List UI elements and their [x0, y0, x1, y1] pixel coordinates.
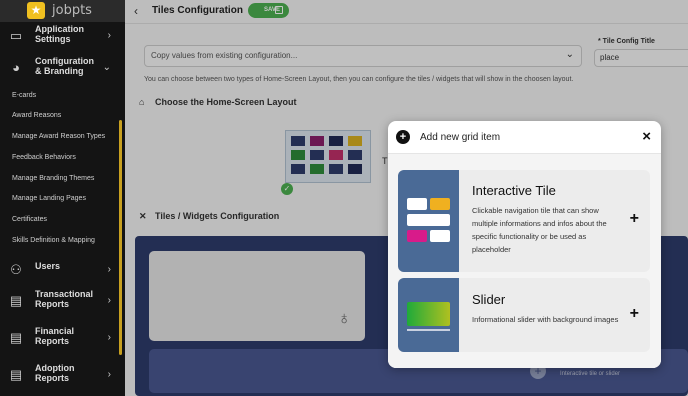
close-icon[interactable]: ×	[642, 128, 651, 145]
palette-icon: ◕	[12, 60, 20, 75]
add-interactive-tile-plus-icon[interactable]: +	[630, 210, 639, 228]
modal-title: Add new grid item	[420, 132, 501, 143]
sidebar-subitem-e-cards[interactable]: E-cards	[12, 92, 36, 99]
slider-title: Slider	[472, 292, 506, 307]
file-icon: ▤	[9, 293, 23, 308]
sidebar-subitem-branding-themes[interactable]: Manage Branding Themes	[12, 175, 94, 182]
sidebar-subitem-landing-pages[interactable]: Manage Landing Pages	[12, 195, 86, 202]
file-icon: ▤	[9, 330, 23, 345]
file-icon: ▤	[9, 367, 23, 382]
thumb-card	[407, 214, 450, 226]
users-icon: ⚇	[10, 262, 22, 277]
chevron-right-icon: ›	[107, 30, 111, 41]
interactive-tile-option[interactable]: Interactive Tile Clickable navigation ti…	[398, 170, 650, 272]
chevron-right-icon: ›	[107, 264, 111, 275]
sidebar-item-label: Transactional Reports	[35, 289, 94, 309]
sidebar-item-label: Configuration & Branding	[35, 56, 94, 76]
add-slider-plus-icon[interactable]: +	[630, 305, 639, 323]
sidebar: ★ jobpts ▭ Application Settings › ◕ Conf…	[0, 0, 125, 396]
sidebar-subitem-certificates[interactable]: Certificates	[12, 216, 47, 223]
chevron-right-icon: ›	[107, 295, 111, 306]
chevron-right-icon: ›	[107, 332, 111, 343]
add-grid-item-modal: + Add new grid item × Interactive Tile C…	[388, 121, 661, 368]
slider-option[interactable]: Slider Informational slider with backgro…	[398, 278, 650, 352]
sidebar-scrollbar[interactable]	[119, 120, 122, 355]
chevron-down-icon: ⌄	[102, 62, 111, 73]
chevron-right-icon: ›	[107, 369, 111, 380]
sidebar-subitem-skills-definition[interactable]: Skills Definition & Mapping	[12, 237, 95, 244]
thumb-card	[407, 230, 427, 242]
sidebar-subitem-award-reason-types[interactable]: Manage Award Reason Types	[12, 133, 105, 140]
plus-circle-icon: +	[396, 130, 410, 144]
thumb-card	[430, 230, 450, 242]
modal-header: + Add new grid item ×	[388, 121, 661, 154]
sidebar-item-application-settings[interactable]: ▭ Application Settings ›	[0, 20, 125, 54]
modal-body: Interactive Tile Clickable navigation ti…	[388, 154, 661, 368]
sidebar-item-label: Adoption Reports	[35, 363, 75, 383]
interactive-tile-title: Interactive Tile	[472, 183, 556, 198]
sidebar-item-transactional-reports[interactable]: ▤ Transactional Reports ›	[0, 285, 125, 319]
interactive-tile-description: Clickable navigation tile that can show …	[472, 206, 607, 254]
slider-thumbnail	[398, 278, 459, 352]
sidebar-item-label: Financial Reports	[35, 326, 75, 346]
sidebar-item-label: Users	[35, 261, 61, 271]
monitor-icon: ▭	[9, 28, 23, 43]
thumb-slider-dots	[407, 329, 450, 331]
logo-bar: ★ jobpts	[0, 0, 125, 22]
logo-icon: ★	[27, 2, 45, 19]
sidebar-subitem-feedback-behaviors[interactable]: Feedback Behaviors	[12, 154, 76, 161]
sidebar-subitem-award-reasons[interactable]: Award Reasons	[12, 112, 61, 119]
sidebar-item-adoption-reports[interactable]: ▤ Adoption Reports ›	[0, 359, 125, 393]
interactive-tile-thumbnail	[398, 170, 459, 272]
sidebar-item-users[interactable]: ⚇ Users ›	[0, 254, 125, 288]
sidebar-item-financial-reports[interactable]: ▤ Financial Reports ›	[0, 322, 125, 356]
thumb-card	[430, 198, 450, 210]
sidebar-item-label: Application Settings	[35, 24, 84, 44]
logo-text: jobpts	[52, 3, 92, 18]
slider-description: Informational slider with background ima…	[472, 315, 619, 324]
thumb-card	[407, 198, 427, 210]
thumb-slide	[407, 302, 450, 326]
sidebar-item-configuration-branding[interactable]: ◕ Configuration & Branding ⌄	[0, 52, 125, 86]
